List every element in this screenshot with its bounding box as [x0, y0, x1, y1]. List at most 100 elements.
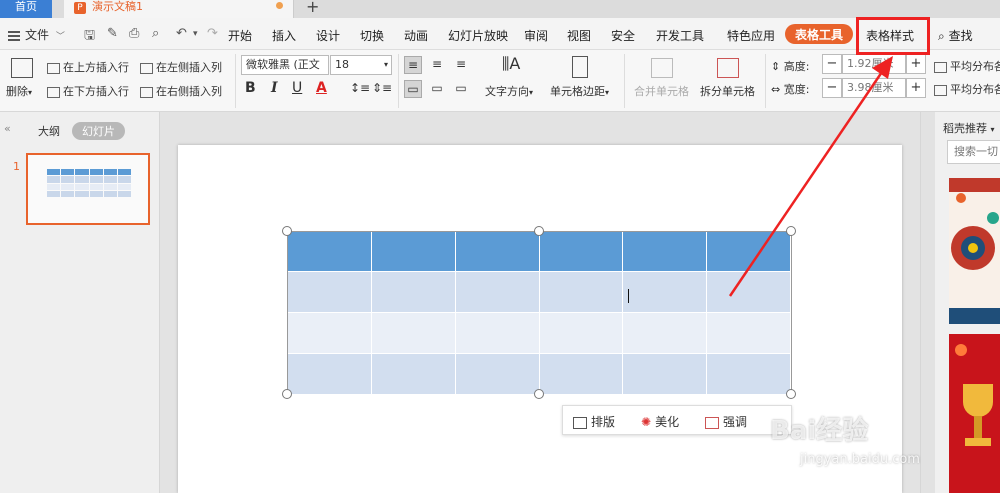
table-cell[interactable] — [539, 354, 624, 395]
underline-button[interactable]: U — [292, 80, 302, 96]
search-menu[interactable]: ⌕ 查找 — [938, 27, 973, 44]
italic-button[interactable]: I — [271, 80, 278, 96]
menu-review[interactable]: 审阅 — [524, 27, 548, 44]
resize-handle[interactable] — [534, 226, 544, 236]
table-cell[interactable] — [455, 313, 540, 354]
resize-handle[interactable] — [282, 389, 292, 399]
tab-home[interactable]: 首页 — [0, 0, 52, 18]
table-cell[interactable] — [539, 313, 624, 354]
menu-home[interactable]: 开始 — [228, 27, 252, 44]
split-cells-button[interactable]: 拆分单元格 — [700, 83, 755, 99]
menu-developer[interactable]: 开发工具 — [656, 27, 704, 44]
insert-row-above-button[interactable]: 在上方插入行 — [47, 59, 129, 75]
table-cell[interactable] — [623, 272, 708, 313]
table-header-cell[interactable] — [288, 232, 372, 272]
resize-handle[interactable] — [534, 389, 544, 399]
menu-table-tools[interactable]: 表格工具 — [785, 24, 854, 44]
resize-handle[interactable] — [282, 226, 292, 236]
menu-transition[interactable]: 切换 — [360, 27, 384, 44]
text-direction-button[interactable]: 文字方向▾ — [485, 83, 533, 99]
table-header-cell[interactable] — [371, 232, 456, 272]
print-preview-icon[interactable]: ⌕ — [152, 26, 159, 41]
new-tab-button[interactable]: + — [306, 0, 319, 16]
slide-table[interactable] — [287, 231, 792, 395]
table-cell[interactable] — [539, 272, 624, 313]
collapse-panel-icon[interactable]: « — [4, 122, 11, 135]
height-input[interactable]: 1.92厘米 — [842, 54, 906, 74]
table-cell[interactable] — [371, 272, 456, 313]
save-icon[interactable]: 🖫 — [84, 26, 95, 48]
distribute-rows-button[interactable]: 平均分布各 — [934, 58, 1000, 74]
table-cell[interactable] — [707, 272, 791, 313]
undo-icon[interactable]: ↶ — [176, 26, 187, 41]
menu-animation[interactable]: 动画 — [404, 27, 428, 44]
height-increase-button[interactable]: + — [906, 54, 926, 74]
distribute-cols-button[interactable]: 平均分布各 — [934, 81, 1000, 97]
font-color-button[interactable]: A — [316, 80, 327, 96]
print-icon[interactable]: ⎙ — [129, 26, 139, 41]
format-painter-icon[interactable]: ✎ — [107, 26, 118, 41]
insert-row-below-button[interactable]: 在下方插入行 — [47, 83, 129, 99]
tab-outline[interactable]: 大纲 — [38, 123, 60, 139]
tab-document[interactable]: P 演示文稿1 — [64, 0, 294, 18]
align-bottom-icon[interactable]: ▭ — [452, 80, 470, 98]
template-thumbnail[interactable] — [949, 334, 1000, 493]
menu-slideshow[interactable]: 幻灯片放映 — [448, 27, 508, 44]
align-center-icon[interactable]: ≡ — [428, 56, 446, 74]
table-cell[interactable] — [623, 354, 708, 395]
file-menu[interactable]: 文件 ﹀ — [8, 26, 65, 43]
layout-button[interactable]: 排版 — [573, 413, 615, 430]
table-cell[interactable] — [455, 354, 540, 395]
insert-col-left-button[interactable]: 在左侧插入列 — [140, 59, 222, 75]
menu-insert[interactable]: 插入 — [272, 27, 296, 44]
menu-security[interactable]: 安全 — [611, 27, 635, 44]
menu-design[interactable]: 设计 — [316, 27, 340, 44]
table-cell[interactable] — [288, 313, 372, 354]
menu-special[interactable]: 特色应用 — [727, 27, 775, 44]
table-cell[interactable] — [288, 354, 372, 395]
paragraph-spacing-icon[interactable]: ⇕≡ — [372, 81, 392, 95]
font-name-select[interactable]: 微软雅黑 (正文 — [241, 55, 329, 75]
slide-thumbnail[interactable] — [26, 153, 150, 225]
resize-handle[interactable] — [786, 389, 796, 399]
menu-view[interactable]: 视图 — [567, 27, 591, 44]
emphasize-button[interactable]: 强调 — [705, 413, 747, 430]
align-top-icon[interactable]: ▭ — [404, 80, 422, 98]
resize-handle[interactable] — [786, 226, 796, 236]
width-increase-button[interactable]: + — [906, 78, 926, 98]
bold-button[interactable]: B — [245, 80, 256, 96]
table-cell[interactable] — [455, 272, 540, 313]
table-cell[interactable] — [707, 354, 791, 395]
table-header-cell[interactable] — [455, 232, 540, 272]
table-cell[interactable] — [707, 313, 791, 354]
table-cell[interactable] — [371, 313, 456, 354]
height-decrease-button[interactable]: − — [822, 54, 842, 74]
template-thumbnail[interactable] — [949, 178, 1000, 324]
table-cell[interactable] — [623, 313, 708, 354]
align-left-icon[interactable]: ≡ — [404, 56, 422, 74]
align-right-icon[interactable]: ≡ — [452, 56, 470, 74]
insert-col-right-button[interactable]: 在右侧插入列 — [140, 83, 222, 99]
template-search-input[interactable]: 搜索一切 — [947, 140, 1000, 164]
width-decrease-button[interactable]: − — [822, 78, 842, 98]
line-spacing-icon[interactable]: ↕≡ — [350, 81, 370, 95]
table-header-cell[interactable] — [539, 232, 624, 272]
delete-button[interactable]: 删除▾ — [6, 83, 32, 99]
table-cell[interactable] — [288, 272, 372, 313]
panel-scrollbar[interactable] — [921, 112, 935, 493]
align-middle-icon[interactable]: ▭ — [428, 80, 446, 98]
redo-icon[interactable]: ↷ — [207, 26, 218, 41]
width-input[interactable]: 3.98厘米 — [842, 78, 906, 98]
beautify-button[interactable]: ✺ 美化 — [641, 413, 679, 430]
tab-slides[interactable]: 幻灯片 — [72, 122, 125, 140]
font-size-select[interactable]: 18 ▾ — [330, 55, 392, 75]
merge-cells-button[interactable]: 合并单元格 — [634, 83, 689, 99]
table-header-cell[interactable] — [707, 232, 791, 272]
cell-margin-button[interactable]: 单元格边距▾ — [550, 83, 609, 99]
table-header-cell[interactable] — [623, 232, 708, 272]
delete-table-icon[interactable] — [11, 58, 33, 78]
cell-margin-icon[interactable] — [572, 56, 588, 78]
text-direction-icon[interactable]: ⫼A — [502, 54, 520, 74]
table-cell[interactable] — [371, 354, 456, 395]
undo-dropdown-icon[interactable]: ▾ — [193, 29, 198, 39]
